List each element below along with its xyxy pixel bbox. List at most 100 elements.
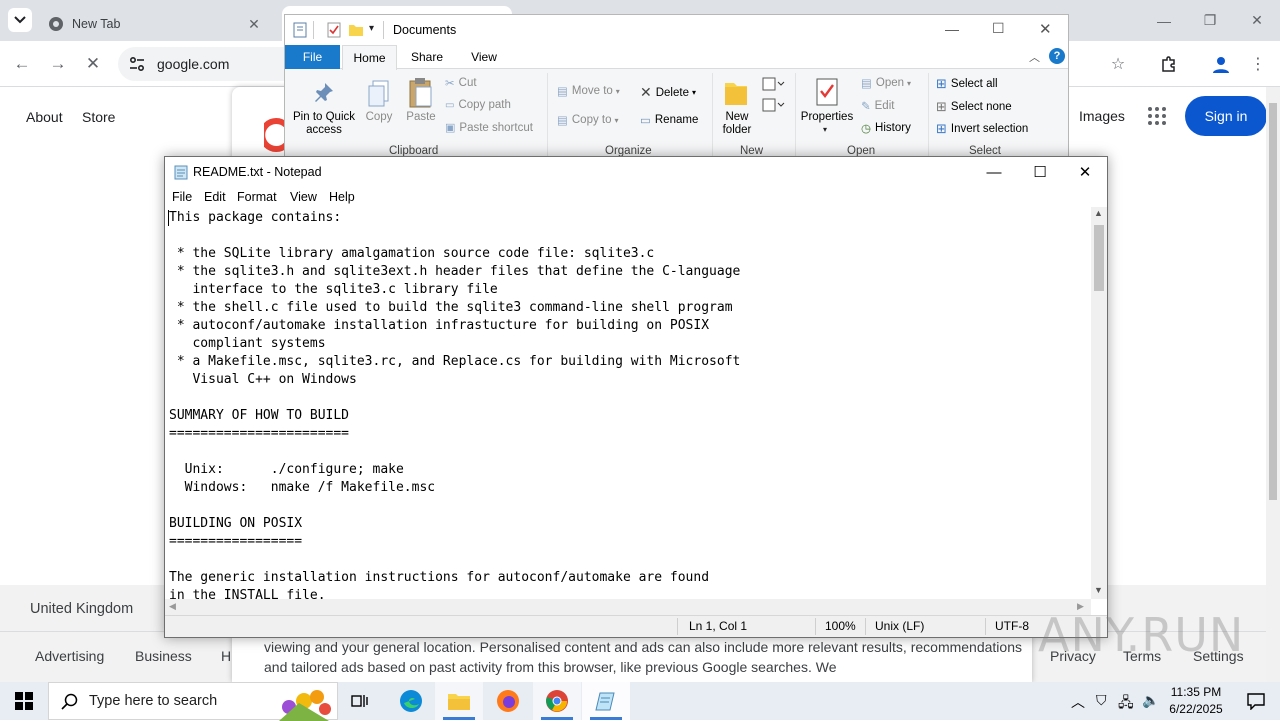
rename-button[interactable]: ▭ Rename — [640, 113, 698, 127]
notification-center-button[interactable] — [1232, 682, 1280, 720]
scroll-up-icon[interactable]: ▲ — [1094, 208, 1103, 218]
history-button[interactable]: ◷ History — [861, 121, 911, 135]
menu-kebab-icon[interactable]: ⋮ — [1246, 52, 1270, 76]
task-view-button[interactable] — [336, 682, 384, 720]
tab-search-button[interactable] — [8, 8, 32, 32]
edit-button[interactable]: ✎ Edit — [861, 99, 894, 113]
site-info-icon — [129, 56, 145, 72]
move-to-button[interactable]: ▤ Move to ▾ — [557, 84, 620, 98]
back-button[interactable]: ← — [8, 50, 36, 78]
taskbar-notepad[interactable] — [582, 682, 630, 720]
select-none-button[interactable]: ⊞ Select none — [936, 99, 1012, 115]
menu-format[interactable]: Format — [237, 190, 277, 204]
tab-share[interactable]: Share — [402, 45, 452, 69]
store-link[interactable]: Store — [82, 109, 115, 125]
new-folder-button[interactable]: New folder — [715, 111, 759, 137]
menu-file[interactable]: File — [172, 190, 192, 204]
text-editor-area[interactable]: This package contains: * the SQLite libr… — [165, 207, 1091, 599]
volume-icon[interactable]: 🔈 — [1142, 692, 1159, 709]
apps-grid-icon[interactable] — [1147, 106, 1167, 126]
profile-avatar-icon[interactable] — [1209, 52, 1233, 76]
cut-button[interactable]: ✂ Cut — [445, 76, 477, 90]
notepad-close-button[interactable]: ✕ — [1062, 157, 1108, 187]
tab-view[interactable]: View — [459, 45, 509, 69]
taskbar: Type here to search ︿ ⛉ 🖧 🔈 11:35 PM 6/2… — [0, 682, 1280, 721]
firefox-icon — [497, 690, 519, 712]
select-none-icon: ⊞ — [936, 99, 947, 114]
how-search-works-link[interactable]: H — [221, 648, 231, 664]
explorer-close-button[interactable]: ✕ — [1039, 20, 1052, 38]
status-separator — [815, 618, 816, 635]
about-link[interactable]: About — [26, 109, 63, 125]
taskbar-edge[interactable] — [387, 682, 435, 720]
taskbar-firefox[interactable] — [484, 682, 532, 720]
page-scrollbar[interactable] — [1266, 87, 1280, 682]
start-button[interactable] — [0, 682, 48, 720]
system-clock[interactable]: 11:35 PM 6/22/2025 — [1163, 684, 1229, 718]
taskbar-chrome[interactable] — [533, 682, 581, 720]
copy-path-button[interactable]: ▭ Copy path — [445, 99, 511, 111]
restore-button[interactable]: ❐ — [1187, 0, 1233, 41]
notepad-maximize-button[interactable]: ☐ — [1017, 157, 1063, 187]
invert-selection-button[interactable]: ⊞ Invert selection — [936, 121, 1028, 137]
forward-button[interactable]: → — [44, 50, 72, 78]
scroll-left-icon[interactable]: ◀ — [169, 601, 176, 612]
tab-home[interactable]: Home — [342, 45, 397, 70]
sign-in-button[interactable]: Sign in — [1185, 96, 1267, 136]
help-icon[interactable]: ? — [1049, 48, 1065, 64]
vertical-scroll-thumb[interactable] — [1094, 225, 1104, 291]
search-highlight-flowers-icon — [279, 690, 331, 721]
taskbar-file-explorer[interactable] — [435, 682, 483, 720]
easy-access-icon[interactable] — [761, 97, 785, 113]
extensions-icon[interactable] — [1157, 52, 1181, 76]
history-clock-icon: ◷ — [861, 123, 872, 135]
tab-new-tab[interactable]: New Tab ✕ — [36, 6, 272, 41]
new-item-icon[interactable] — [761, 76, 785, 92]
anyrun-watermark: ANY.RUN — [1038, 608, 1245, 662]
properties-qat-icon[interactable] — [293, 22, 307, 38]
open-button[interactable]: ▤ Open ▾ — [861, 76, 911, 90]
network-icon[interactable]: 🖧 — [1118, 692, 1134, 716]
properties-button[interactable]: Properties — [799, 111, 855, 124]
paste-button[interactable]: Paste — [401, 111, 441, 124]
delete-button[interactable]: ✕ Delete ▾ — [640, 84, 696, 101]
copy-path-label: Copy path — [458, 99, 511, 111]
copy-to-button[interactable]: ▤ Copy to ▾ — [557, 113, 619, 127]
images-link[interactable]: Images — [1079, 108, 1125, 124]
tab-file[interactable]: File — [285, 45, 340, 69]
folder-qat-icon[interactable] — [348, 23, 364, 37]
qat-dropdown-icon[interactable]: ▾ — [369, 23, 374, 34]
scrollbar-thumb[interactable] — [1269, 103, 1277, 500]
undo-qat-icon[interactable] — [327, 22, 341, 38]
explorer-maximize-button[interactable]: ☐ — [992, 20, 1005, 37]
horizontal-scrollbar[interactable]: ◀ ▶ — [165, 599, 1091, 615]
business-link[interactable]: Business — [135, 648, 192, 664]
pin-quick-access-button[interactable]: Pin to Quick access — [289, 111, 359, 137]
new-folder-icon — [725, 83, 747, 105]
select-all-button[interactable]: ⊞ Select all — [936, 76, 998, 92]
paste-shortcut-button[interactable]: ▣ Paste shortcut — [445, 121, 533, 135]
tray-overflow-chevron-icon[interactable]: ︿ — [1071, 692, 1085, 712]
collapse-ribbon-icon[interactable]: ︿ — [1029, 49, 1040, 65]
close-tab-icon[interactable]: ✕ — [246, 16, 262, 32]
menu-help[interactable]: Help — [329, 190, 355, 204]
notepad-minimize-button[interactable]: — — [971, 157, 1017, 187]
close-window-button[interactable]: ✕ — [1234, 0, 1280, 41]
windows-logo-icon — [15, 692, 33, 710]
stop-button[interactable]: ✕ — [79, 50, 107, 78]
copy-icon — [368, 80, 389, 107]
tray-security-icon[interactable]: ⛉ — [1096, 692, 1107, 709]
explorer-titlebar: ▾ Documents — ☐ ✕ — [285, 15, 1068, 45]
status-separator — [985, 618, 986, 635]
properties-dropdown-icon[interactable]: ▾ — [823, 125, 827, 134]
minimize-button[interactable]: — — [1141, 0, 1187, 41]
scroll-down-icon[interactable]: ▼ — [1094, 585, 1103, 595]
menu-edit[interactable]: Edit — [204, 190, 226, 204]
vertical-scrollbar[interactable]: ▲ ▼ — [1091, 207, 1107, 599]
copy-button[interactable]: Copy — [359, 111, 399, 124]
bookmark-star-icon[interactable]: ☆ — [1106, 52, 1130, 76]
taskbar-search-box[interactable]: Type here to search — [48, 682, 338, 721]
explorer-minimize-button[interactable]: — — [945, 21, 959, 37]
menu-view[interactable]: View — [290, 190, 317, 204]
advertising-link[interactable]: Advertising — [35, 648, 104, 664]
